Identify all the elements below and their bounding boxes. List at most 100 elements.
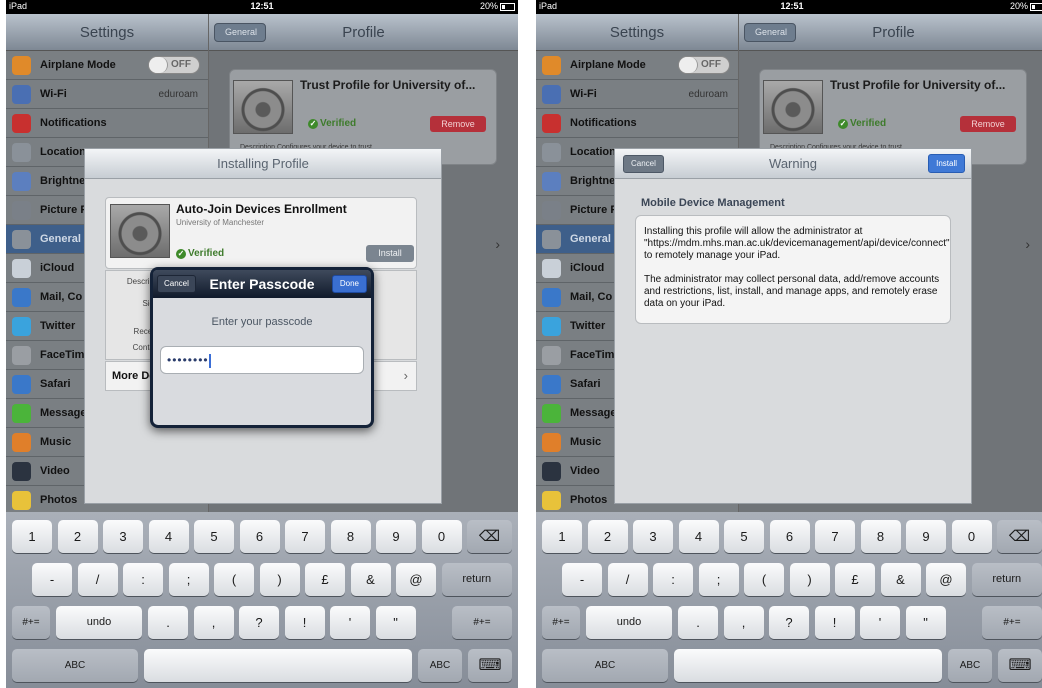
abc-key-left[interactable]: ABC: [12, 649, 138, 682]
key-punct-2[interactable]: ?: [769, 606, 809, 639]
return-key[interactable]: return: [971, 563, 1042, 596]
key-3[interactable]: 3: [103, 520, 143, 553]
warning-heading: Mobile Device Management: [641, 197, 785, 209]
key-7[interactable]: 7: [285, 520, 325, 553]
key-symbol-3[interactable]: ;: [168, 563, 209, 596]
install-button[interactable]: Install: [366, 245, 414, 262]
sidebar-item-label: Brightne: [570, 175, 616, 187]
key-symbol-6[interactable]: £: [835, 563, 875, 596]
sidebar-item-airplane-mode[interactable]: Airplane Mode OFF: [6, 51, 208, 80]
airplane-mode-toggle[interactable]: OFF: [678, 56, 730, 74]
key-symbol-5[interactable]: ): [789, 563, 830, 596]
more-symbols-key-right[interactable]: #+=: [452, 606, 512, 639]
more-symbols-key-right[interactable]: #+=: [982, 606, 1042, 639]
abc-key-left[interactable]: ABC: [542, 649, 668, 682]
key-symbol-8[interactable]: @: [926, 563, 966, 596]
remove-button[interactable]: Remove: [430, 116, 486, 132]
sidebar-item-wi-fi[interactable]: Wi-Fi eduroam: [6, 80, 208, 109]
key-5[interactable]: 5: [724, 520, 764, 553]
key-symbol-7[interactable]: &: [350, 563, 391, 596]
sidebar-item-label: Airplane Mode: [40, 59, 116, 71]
sidebar-item-label: Location: [40, 146, 86, 158]
airplane-mode-toggle[interactable]: OFF: [148, 56, 200, 74]
keyboard-dismiss-key[interactable]: ⌨: [998, 649, 1042, 682]
return-key[interactable]: return: [441, 563, 512, 596]
keyboard-dismiss-icon: ⌨: [478, 657, 502, 674]
key-0[interactable]: 0: [421, 520, 462, 553]
sidebar-item-label: Brightne: [40, 175, 86, 187]
key-punct-1[interactable]: ,: [723, 606, 764, 639]
key-6[interactable]: 6: [239, 520, 280, 553]
key-3[interactable]: 3: [633, 520, 673, 553]
sidebar-item-label: Photos: [40, 494, 78, 506]
more-symbols-key-left[interactable]: #+=: [542, 606, 580, 639]
abc-key-right[interactable]: ABC: [948, 649, 992, 682]
key-symbol-0[interactable]: -: [32, 563, 72, 596]
warning-paragraph-1: Installing this profile will allow the a…: [644, 226, 950, 261]
key-punct-2[interactable]: ?: [239, 606, 279, 639]
key-symbol-8[interactable]: @: [396, 563, 436, 596]
key-punct-0[interactable]: .: [148, 606, 188, 639]
sidebar-item-airplane-mode[interactable]: Airplane Mode OFF: [536, 51, 738, 80]
key-0[interactable]: 0: [951, 520, 992, 553]
key-2[interactable]: 2: [57, 520, 98, 553]
keyboard-dismiss-key[interactable]: ⌨: [468, 649, 512, 682]
key-punct-4[interactable]: ': [860, 606, 900, 639]
key-4[interactable]: 4: [678, 520, 719, 553]
key-symbol-1[interactable]: /: [77, 563, 118, 596]
key-symbol-7[interactable]: &: [880, 563, 921, 596]
space-key[interactable]: [144, 649, 412, 682]
backspace-key[interactable]: ⌫: [997, 520, 1042, 553]
backspace-key[interactable]: ⌫: [467, 520, 512, 553]
warning-message-box: Installing this profile will allow the a…: [635, 215, 951, 324]
sidebar-item-wi-fi[interactable]: Wi-Fi eduroam: [536, 80, 738, 109]
key-symbol-0[interactable]: -: [562, 563, 602, 596]
undo-key[interactable]: undo: [56, 606, 142, 639]
key-punct-3[interactable]: !: [284, 606, 325, 639]
remove-button[interactable]: Remove: [960, 116, 1016, 132]
key-symbol-6[interactable]: £: [305, 563, 345, 596]
key-symbol-5[interactable]: ): [259, 563, 300, 596]
photos-icon: [12, 491, 31, 510]
key-5[interactable]: 5: [194, 520, 234, 553]
profile-gear-icon: [110, 204, 170, 258]
safari-icon: [542, 375, 561, 394]
done-button[interactable]: Done: [331, 275, 367, 293]
twitter-icon: [542, 317, 561, 336]
chevron-right-icon: ›: [495, 236, 500, 252]
key-symbol-4[interactable]: (: [744, 563, 784, 596]
key-punct-3[interactable]: !: [814, 606, 855, 639]
space-key[interactable]: [674, 649, 942, 682]
sidebar-item-notifications[interactable]: Notifications: [6, 109, 208, 138]
key-symbol-2[interactable]: :: [653, 563, 693, 596]
sidebar-item-label: Wi-Fi: [570, 88, 597, 100]
undo-key[interactable]: undo: [586, 606, 672, 639]
key-punct-1[interactable]: ,: [193, 606, 234, 639]
gear-icon: [12, 230, 31, 249]
key-9[interactable]: 9: [376, 520, 416, 553]
sidebar-item-label: Mail, Co: [40, 291, 83, 303]
abc-key-right[interactable]: ABC: [418, 649, 462, 682]
sidebar-item-label: Location: [570, 146, 616, 158]
key-9[interactable]: 9: [906, 520, 946, 553]
key-symbol-3[interactable]: ;: [698, 563, 739, 596]
key-symbol-1[interactable]: /: [607, 563, 648, 596]
key-7[interactable]: 7: [815, 520, 855, 553]
key-punct-5[interactable]: ": [905, 606, 946, 639]
key-punct-0[interactable]: .: [678, 606, 718, 639]
key-symbol-4[interactable]: (: [214, 563, 254, 596]
key-8[interactable]: 8: [860, 520, 901, 553]
passcode-input[interactable]: ••••••••: [160, 346, 364, 374]
key-1[interactable]: 1: [12, 520, 52, 553]
sidebar-item-notifications[interactable]: Notifications: [536, 109, 738, 138]
key-2[interactable]: 2: [587, 520, 628, 553]
key-punct-5[interactable]: ": [375, 606, 416, 639]
key-4[interactable]: 4: [148, 520, 189, 553]
key-symbol-2[interactable]: :: [123, 563, 163, 596]
install-button[interactable]: Install: [928, 154, 965, 173]
key-1[interactable]: 1: [542, 520, 582, 553]
more-symbols-key-left[interactable]: #+=: [12, 606, 50, 639]
key-punct-4[interactable]: ': [330, 606, 370, 639]
key-8[interactable]: 8: [330, 520, 371, 553]
key-6[interactable]: 6: [769, 520, 810, 553]
